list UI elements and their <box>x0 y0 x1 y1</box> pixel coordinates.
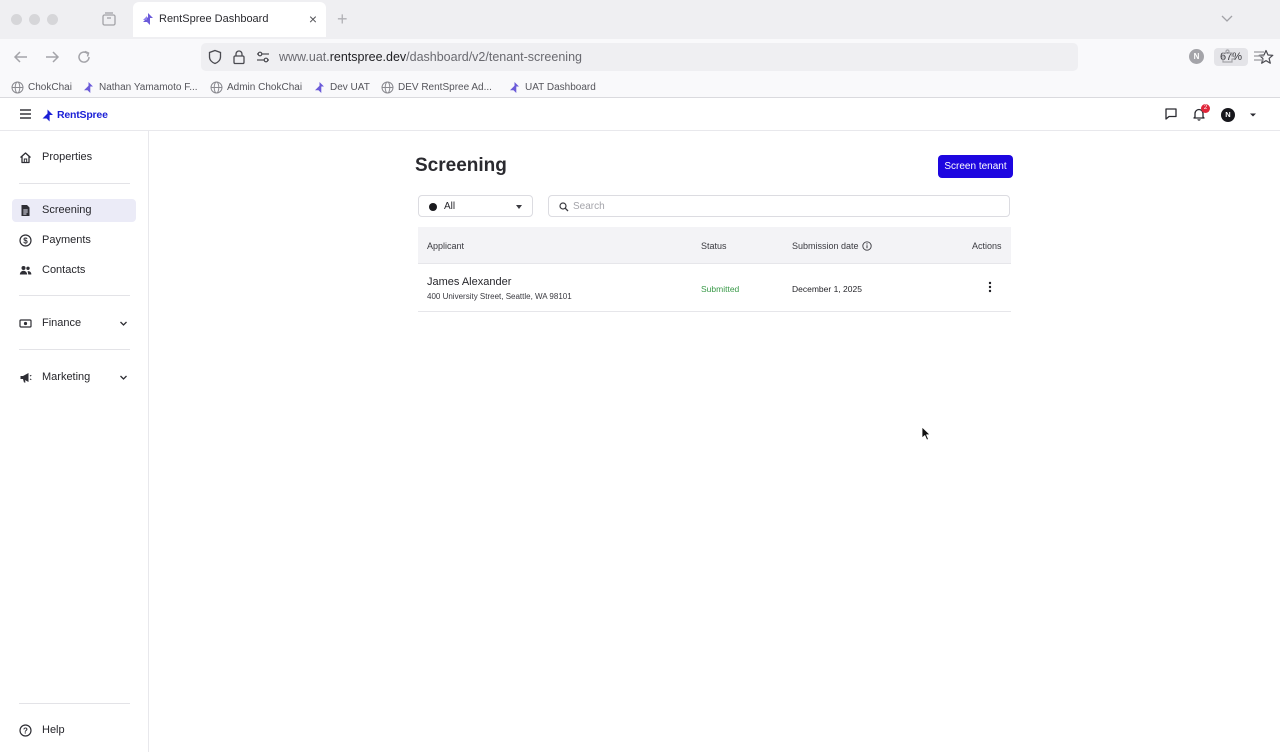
applicant-name[interactable]: James Alexander <box>427 276 511 288</box>
tab-overview-icon[interactable] <box>101 11 117 27</box>
screening-table: Applicant Status Submission date Actions… <box>418 227 1011 312</box>
tab-title: RentSpree Dashboard <box>159 13 269 25</box>
home-icon <box>20 152 31 164</box>
column-header-actions: Actions <box>972 241 1002 251</box>
people-icon <box>19 266 32 275</box>
window-maximize-button[interactable] <box>47 14 58 25</box>
globe-icon <box>210 81 223 93</box>
bookmark-item[interactable]: Nathan Yamamoto F... <box>82 79 198 95</box>
rentspree-logo-icon <box>42 109 53 121</box>
caret-down-icon <box>516 205 522 209</box>
extensions-puzzle-icon[interactable] <box>1220 48 1236 64</box>
sidebar-item-payments[interactable]: $ Payments <box>12 229 136 252</box>
globe-icon <box>381 81 394 93</box>
bookmark-item[interactable]: UAT Dashboard <box>508 79 596 95</box>
sidebar-divider <box>19 295 130 296</box>
search-icon <box>559 202 569 212</box>
user-avatar[interactable]: N <box>1221 108 1235 122</box>
info-icon[interactable] <box>861 240 872 251</box>
chat-icon[interactable] <box>1164 107 1178 121</box>
submission-date: December 1, 2025 <box>792 284 862 294</box>
forward-arrow-icon[interactable] <box>43 48 61 66</box>
table-header: Applicant Status Submission date Actions <box>418 227 1011 264</box>
notification-badge: 2 <box>1201 104 1210 113</box>
globe-icon <box>11 81 24 93</box>
chevron-down-icon <box>120 321 127 326</box>
sidebar-item-contacts[interactable]: Contacts <box>12 259 136 282</box>
tab-close-button[interactable]: × <box>309 11 317 27</box>
chevron-down-icon <box>120 375 127 380</box>
sidebar-item-marketing[interactable]: Marketing <box>12 366 136 389</box>
lock-icon[interactable] <box>231 49 247 65</box>
status-dot-icon <box>429 203 437 211</box>
sidebar: Properties Screening $ Payments Contacts… <box>0 131 149 752</box>
help-circle-icon: ? <box>19 724 32 737</box>
reload-icon[interactable] <box>75 48 93 66</box>
bookmarks-bar: ChokChai Nathan Yamamoto F... Admin Chok… <box>0 75 1280 98</box>
rentspree-icon <box>315 81 324 93</box>
browser-menu-icon[interactable] <box>1252 48 1266 64</box>
url-text[interactable]: www.uat.rentspree.dev/dashboard/v2/tenan… <box>279 50 582 64</box>
chevron-down-icon[interactable] <box>1220 11 1234 25</box>
browser-nav-bar: www.uat.rentspree.dev/dashboard/v2/tenan… <box>0 39 1280 75</box>
applicant-address: 400 University Street, Seattle, WA 98101 <box>427 292 572 301</box>
bookmark-item[interactable]: ChokChai <box>11 79 72 95</box>
address-bar[interactable]: www.uat.rentspree.dev/dashboard/v2/tenan… <box>201 43 1274 71</box>
rentspree-icon <box>510 81 519 93</box>
window-minimize-button[interactable] <box>29 14 40 25</box>
document-icon <box>21 205 30 216</box>
column-header-submission-date[interactable]: Submission date <box>792 240 872 251</box>
search-input[interactable] <box>573 199 993 214</box>
megaphone-icon <box>20 373 32 383</box>
back-arrow-icon[interactable] <box>12 48 30 66</box>
mouse-cursor-icon <box>921 426 931 441</box>
site-settings-icon[interactable] <box>255 49 271 65</box>
hamburger-menu-icon[interactable] <box>19 108 32 120</box>
screen-tenant-button[interactable]: Screen tenant <box>938 155 1013 178</box>
browser-tab-rentspree[interactable]: RentSpree Dashboard × <box>133 2 326 37</box>
table-row[interactable]: James Alexander 400 University Street, S… <box>418 264 1011 312</box>
status-text: Submitted <box>701 284 740 294</box>
sidebar-item-finance[interactable]: Finance <box>12 312 136 335</box>
bookmark-item[interactable]: Dev UAT <box>313 79 370 95</box>
caret-down-icon[interactable] <box>1249 112 1257 118</box>
sidebar-divider <box>19 349 130 350</box>
dollar-icon: $ <box>19 234 32 247</box>
sidebar-divider <box>19 183 130 184</box>
filter-value: All <box>444 201 456 212</box>
page-title: Screening <box>415 155 507 176</box>
money-icon <box>19 319 32 328</box>
search-box[interactable] <box>548 195 1010 217</box>
more-options-icon[interactable] <box>985 280 995 294</box>
bookmark-item[interactable]: DEV RentSpree Ad... <box>381 79 492 95</box>
column-header-status[interactable]: Status <box>701 241 727 251</box>
rentspree-favicon-icon <box>143 13 153 25</box>
rentspree-icon <box>84 81 93 93</box>
window-close-button[interactable] <box>11 14 22 25</box>
sidebar-item-help[interactable]: ? Help <box>12 719 136 742</box>
sidebar-item-properties[interactable]: Properties <box>12 146 136 169</box>
svg-text:$: $ <box>23 236 28 245</box>
sidebar-item-screening[interactable]: Screening <box>12 199 136 222</box>
bookmark-item[interactable]: Admin ChokChai <box>210 79 302 95</box>
browser-profile-avatar[interactable]: N <box>1189 49 1204 64</box>
new-tab-button[interactable]: + <box>337 9 348 29</box>
status-filter-select[interactable]: All <box>418 195 533 217</box>
app-header: RentSpree <box>0 99 1280 131</box>
shield-icon[interactable] <box>207 49 223 65</box>
browser-tab-bar: RentSpree Dashboard × + <box>0 0 1280 39</box>
column-header-applicant[interactable]: Applicant <box>427 241 464 251</box>
svg-text:?: ? <box>23 726 28 735</box>
brand-logo[interactable]: RentSpree <box>41 107 108 123</box>
sidebar-divider <box>19 703 130 704</box>
